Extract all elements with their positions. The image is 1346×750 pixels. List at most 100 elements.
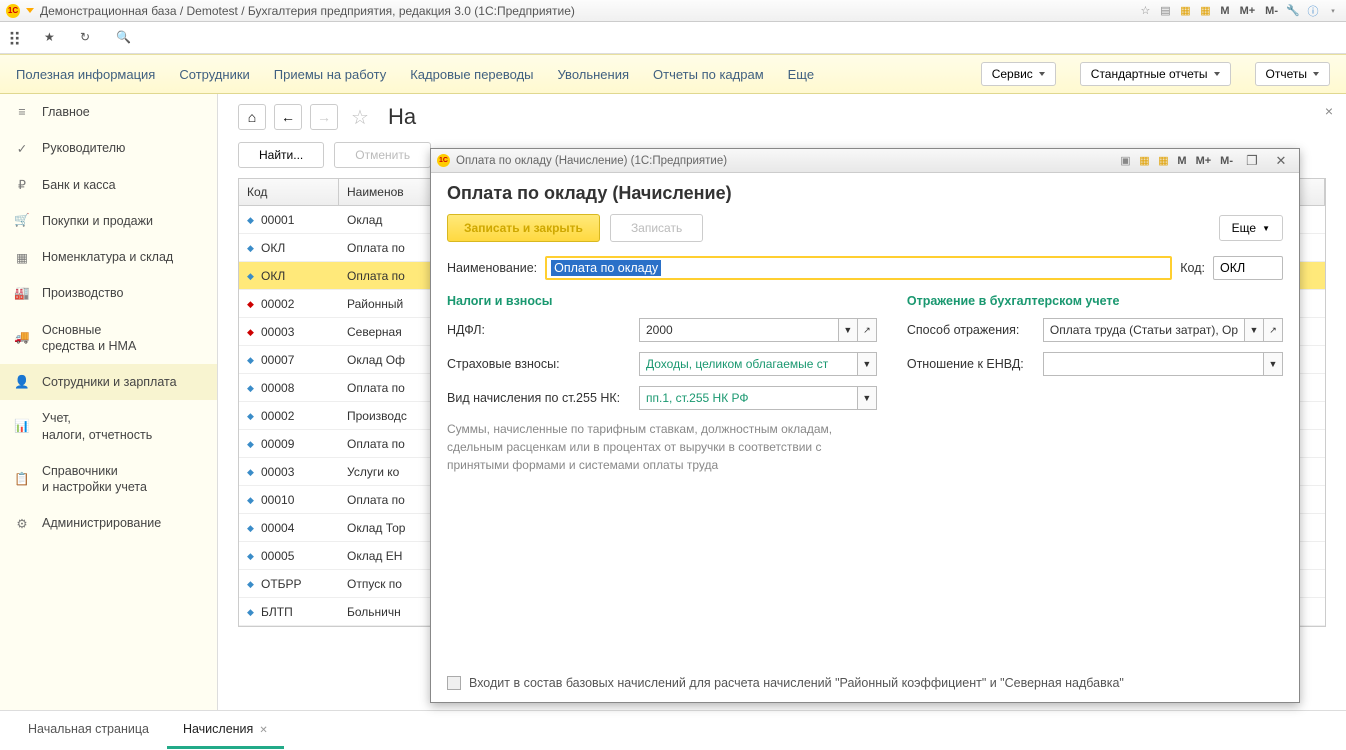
info-drop-icon[interactable]: ▾ [1326, 4, 1340, 18]
dialog-titlebar[interactable]: 1C Оплата по окладу (Начисление) (1С:Пре… [431, 149, 1299, 173]
sidebar-item[interactable]: 👤Сотрудники и зарплата [0, 364, 217, 400]
find-button[interactable]: Найти... [238, 142, 324, 168]
sidebar-item[interactable]: 📊Учет, налоги, отчетность [0, 400, 217, 453]
row-code: 00002 [261, 409, 294, 423]
reflection-combo[interactable]: Оплата труда (Статьи затрат), Ор ▼ ↗ [1043, 318, 1283, 342]
dlg-pin-icon[interactable]: ▣ [1118, 154, 1132, 168]
menu-info[interactable]: Полезная информация [16, 67, 155, 82]
dlg-close-button[interactable]: ✕ [1269, 151, 1293, 171]
row-code: 00004 [261, 521, 294, 535]
envd-combo[interactable]: ▼ [1043, 352, 1283, 376]
name-input[interactable]: Оплата по окладу [545, 256, 1172, 280]
reports-button[interactable]: Отчеты [1255, 62, 1330, 86]
sidebar-label: Основные средства и НМА [42, 322, 136, 355]
star-outline-icon[interactable]: ☆ [346, 104, 374, 130]
back-button[interactable]: ← [274, 104, 302, 130]
menu-transfers[interactable]: Кадровые переводы [410, 67, 533, 82]
bottom-tab[interactable]: Начальная страница [12, 712, 165, 749]
row-icon: ◆ [247, 299, 257, 309]
star-icon[interactable]: ☆ [1138, 4, 1152, 18]
checkbox-label: Входит в состав базовых начислений для р… [469, 676, 1124, 690]
save-button[interactable]: Записать [610, 214, 703, 242]
chevron-down-icon[interactable]: ▼ [857, 352, 877, 376]
open-icon[interactable]: ↗ [857, 318, 877, 342]
forward-button[interactable]: → [310, 104, 338, 130]
ndfl-combo[interactable]: 2000 ▼ ↗ [639, 318, 877, 342]
calc-icon[interactable]: ▦ [1178, 4, 1192, 18]
accrual-dialog: 1C Оплата по окладу (Начисление) (1С:Пре… [430, 148, 1300, 703]
sidebar-label: Производство [42, 285, 124, 301]
sidebar-icon: 🏭 [14, 285, 30, 301]
sidebar-label: Руководителю [42, 140, 125, 156]
note-icon[interactable]: ▤ [1158, 4, 1172, 18]
row-icon: ◆ [247, 271, 257, 281]
mem-mminus[interactable]: M- [1263, 5, 1280, 17]
row-icon: ◆ [247, 607, 257, 617]
menu-dismissals[interactable]: Увольнения [558, 67, 629, 82]
app-menu-icon[interactable] [26, 8, 34, 13]
home-button[interactable]: ⌂ [238, 104, 266, 130]
bottom-tab[interactable]: Начисления✕ [167, 712, 284, 749]
wrench-icon[interactable]: 🔧 [1286, 4, 1300, 18]
code-input[interactable] [1213, 256, 1283, 280]
sidebar-label: Администрирование [42, 515, 161, 531]
mem-m[interactable]: M [1218, 5, 1231, 17]
chevron-down-icon[interactable]: ▼ [838, 318, 858, 342]
row-code: ОКЛ [261, 269, 285, 283]
tab-close-icon[interactable]: ✕ [259, 725, 267, 736]
sidebar-item[interactable]: ₽Банк и касса [0, 167, 217, 203]
page-title: На [388, 104, 416, 130]
sidebar-item[interactable]: 📋Справочники и настройки учета [0, 453, 217, 506]
open-icon[interactable]: ↗ [1263, 318, 1283, 342]
cancel-find-button[interactable]: Отменить [334, 142, 431, 168]
base-accrual-checkbox[interactable] [447, 676, 461, 690]
search-icon[interactable]: 🔍 [116, 30, 132, 46]
menu-hiring[interactable]: Приемы на работу [274, 67, 386, 82]
chevron-down-icon[interactable]: ▼ [857, 386, 877, 410]
bottom-tabs: Начальная страницаНачисления✕ [0, 710, 1346, 750]
kind-combo[interactable]: пп.1, ст.255 НК РФ ▼ [639, 386, 877, 410]
dlg-m[interactable]: M [1175, 155, 1188, 167]
dlg-cal-icon[interactable]: ▦ [1156, 154, 1170, 168]
sidebar-item[interactable]: ▦Номенклатура и склад [0, 239, 217, 275]
sidebar-icon: ⚙ [14, 515, 30, 531]
quick-bar: ⠿ ★ ↻ 🔍 [0, 22, 1346, 54]
chevron-down-icon[interactable]: ▼ [1244, 318, 1264, 342]
note-text: Суммы, начисленные по тарифным ставкам, … [447, 420, 877, 474]
calendar-icon[interactable]: ▦ [1198, 4, 1212, 18]
sidebar-item[interactable]: 🚚Основные средства и НМА [0, 312, 217, 365]
row-icon: ◆ [247, 243, 257, 253]
more-button[interactable]: Еще▼ [1219, 215, 1283, 241]
dlg-maximize-button[interactable]: ❐ [1240, 151, 1264, 171]
sidebar-item[interactable]: 🛒Покупки и продажи [0, 203, 217, 239]
sidebar-item[interactable]: 🏭 Производство [0, 275, 217, 311]
content-close-button[interactable]: × [1320, 102, 1338, 120]
menu-more[interactable]: Еще [788, 67, 818, 82]
insurance-combo[interactable]: Доходы, целиком облагаемые ст ▼ [639, 352, 877, 376]
menu-reports[interactable]: Отчеты по кадрам [653, 67, 764, 82]
sidebar-label: Сотрудники и зарплата [42, 374, 177, 390]
row-icon: ◆ [247, 383, 257, 393]
favorite-icon[interactable]: ★ [44, 30, 60, 46]
service-button[interactable]: Сервис [981, 62, 1056, 86]
std-reports-button[interactable]: Стандартные отчеты [1080, 62, 1231, 86]
info-icon[interactable]: ⓘ [1306, 4, 1320, 18]
menu-employees[interactable]: Сотрудники [179, 67, 249, 82]
row-code: 00003 [261, 325, 294, 339]
dlg-mminus[interactable]: M- [1218, 155, 1235, 167]
sidebar-item[interactable]: ⚙ Администрирование [0, 505, 217, 541]
sidebar-item[interactable]: ≡Главное [0, 94, 217, 130]
sidebar-item[interactable]: ✓Руководителю [0, 130, 217, 166]
dialog-title: Оплата по окладу (Начисление) (1С:Предпр… [456, 155, 1118, 167]
chevron-down-icon[interactable]: ▼ [1263, 352, 1283, 376]
row-code: 00002 [261, 297, 294, 311]
dlg-calc-icon[interactable]: ▦ [1137, 154, 1151, 168]
apps-icon[interactable]: ⠿ [8, 30, 24, 46]
reflection-label: Способ отражения: [907, 323, 1037, 337]
mem-mplus[interactable]: M+ [1238, 5, 1258, 17]
sidebar: ≡Главное✓Руководителю₽Банк и касса🛒Покуп… [0, 94, 218, 710]
col-code[interactable]: Код [239, 179, 339, 205]
save-close-button[interactable]: Записать и закрыть [447, 214, 600, 242]
history-icon[interactable]: ↻ [80, 30, 96, 46]
dlg-mplus[interactable]: M+ [1194, 155, 1214, 167]
